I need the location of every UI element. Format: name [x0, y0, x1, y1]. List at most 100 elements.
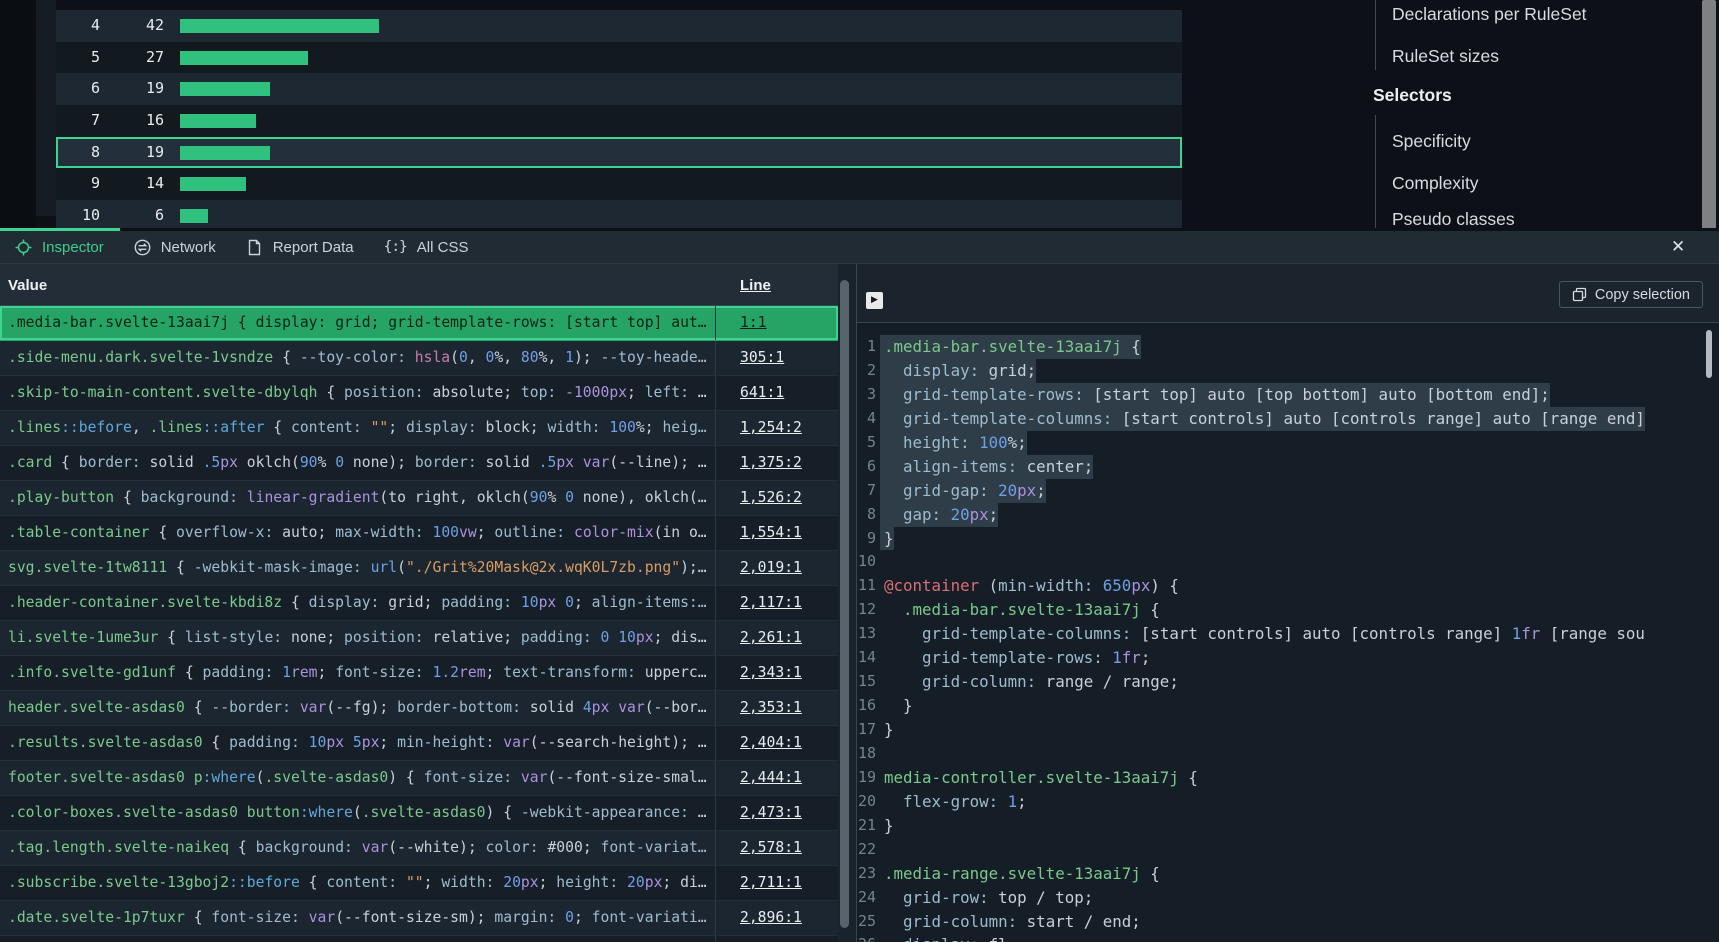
ruleset-row[interactable]: .card { border: solid .5px oklch(90% 0 n…: [0, 446, 838, 481]
nav-item-ruleset-sizes[interactable]: RuleSet sizes: [1392, 46, 1499, 67]
line-link[interactable]: 2,473:1: [740, 804, 802, 821]
copy-selection-button[interactable]: Copy selection: [1559, 281, 1703, 308]
ruleset-row[interactable]: .table-container { overflow-x: auto; max…: [0, 516, 838, 551]
close-icon[interactable]: ✕: [1671, 237, 1685, 257]
page-scrollbar[interactable]: [1702, 0, 1716, 228]
table-scrollbar-thumb[interactable]: [840, 280, 849, 928]
code-token: #000;: [539, 839, 601, 856]
ruleset-row[interactable]: .results.svelte-asdas0 { padding: 10px 5…: [0, 726, 838, 761]
ruleset-line-cell: 2,353:1: [716, 691, 838, 725]
line-link[interactable]: 2,404:1: [740, 734, 802, 751]
ruleset-row[interactable]: li.svelte-1ume3ur { list-style: none; po…: [0, 621, 838, 656]
chart-row[interactable]: 527: [56, 42, 1182, 74]
tab-label: Inspector: [42, 239, 104, 256]
line-link[interactable]: 2,896:1: [740, 909, 802, 926]
chart-row[interactable]: 442: [56, 10, 1182, 42]
editor-line: 2 display: grid;: [857, 359, 1719, 383]
code-token: var: [583, 454, 610, 471]
ruleset-row[interactable]: .info.svelte-gd1unf { padding: 1rem; fon…: [0, 656, 838, 691]
inspector-table: Value Line .media-bar.svelte-13aai7j { d…: [0, 264, 838, 942]
chart-row[interactable]: 106: [56, 200, 1182, 228]
editor-line: 1.media-bar.svelte-13aai7j {: [857, 335, 1719, 359]
code-token: border:: [415, 454, 477, 471]
nav-item-pseudo-classes[interactable]: Pseudo classes: [1392, 209, 1515, 228]
code-token: 10: [309, 734, 327, 751]
line-link[interactable]: 1:1: [740, 314, 767, 331]
ruleset-row[interactable]: header.svelte-asdas0 { --border: var(--f…: [0, 691, 838, 726]
editor-scrollbar[interactable]: [1706, 330, 1712, 378]
editor-code[interactable]: 1.media-bar.svelte-13aai7j {2 display: g…: [857, 323, 1719, 942]
nav-group-border: [1375, 115, 1376, 228]
code-token: (: [353, 804, 362, 821]
editor-line: 10: [857, 550, 1719, 574]
line-link[interactable]: 2,343:1: [740, 664, 802, 681]
code-token: [start controls] auto [controls range]: [1131, 624, 1511, 643]
code-token: overflow-x:: [176, 524, 273, 541]
line-link[interactable]: 2,117:1: [740, 594, 802, 611]
line-link[interactable]: 2,353:1: [740, 699, 802, 716]
nav-item-complexity[interactable]: Complexity: [1392, 173, 1479, 194]
chart-bar: [180, 19, 379, 33]
line-link[interactable]: 2,019:1: [740, 559, 802, 576]
editor-line-number: 9: [857, 527, 876, 551]
code-token: upperc…: [636, 664, 707, 681]
ruleset-value-cell: .info.svelte-gd1unf { padding: 1rem; fon…: [0, 656, 716, 690]
editor-line: 22: [857, 838, 1719, 862]
ruleset-row[interactable]: svg.svelte-1tw8111 { -webkit-mask-image:…: [0, 551, 838, 586]
code-token: border-bottom:: [397, 699, 521, 716]
tab-all-css[interactable]: {:} All CSS: [384, 239, 469, 256]
ruleset-row[interactable]: .play-list-button.svelte-17d4eqz { displ…: [0, 936, 838, 942]
ruleset-row[interactable]: .color-boxes.svelte-asdas0 button:where(…: [0, 796, 838, 831]
code-token: rem: [291, 664, 318, 681]
code-token: align-items:…: [592, 594, 707, 611]
ruleset-row[interactable]: .skip-to-main-content.svelte-dbylqh { po…: [0, 376, 838, 411]
line-link[interactable]: 1,526:2: [740, 489, 802, 506]
code-token: px: [220, 454, 238, 471]
ruleset-row[interactable]: .lines::before, .lines::after { content:…: [0, 411, 838, 446]
ruleset-row[interactable]: .date.svelte-1p7tuxr { font-size: var(--…: [0, 901, 838, 936]
editor-toolbar: ▶ Copy selection: [857, 264, 1719, 323]
editor-line-content: grid-template-columns: [start controls] …: [884, 622, 1645, 646]
code-token: solid: [477, 454, 539, 471]
code-token: grid;: [326, 314, 388, 331]
ruleset-row[interactable]: .tag.length.svelte-naikeq { background: …: [0, 831, 838, 866]
ruleset-line-cell: 1,254:2: [716, 411, 838, 445]
editor-line-content: }: [884, 527, 894, 551]
code-token: {: [114, 489, 141, 506]
tab-report-data[interactable]: Report Data: [246, 239, 354, 256]
nav-item-specificity[interactable]: Specificity: [1392, 131, 1471, 152]
tab-network[interactable]: Network: [134, 239, 216, 256]
code-token: grid-template-columns:: [884, 409, 1112, 428]
line-link[interactable]: 2,444:1: [740, 769, 802, 786]
editor-line: 18: [857, 742, 1719, 766]
line-link[interactable]: 2,711:1: [740, 874, 802, 891]
ruleset-row[interactable]: footer.svelte-asdas0 p:where(.svelte-asd…: [0, 761, 838, 796]
code-token: .lines: [150, 419, 203, 436]
chart-row[interactable]: 914: [56, 168, 1182, 200]
ruleset-row[interactable]: .play-button { background: linear-gradie…: [0, 481, 838, 516]
editor-line: 25 grid-column: start / end;: [857, 910, 1719, 934]
line-link[interactable]: 1,375:2: [740, 454, 802, 471]
ruleset-row[interactable]: .subscribe.svelte-13gboj2::before { cont…: [0, 866, 838, 901]
editor-line-number: 12: [857, 598, 876, 622]
column-header-line[interactable]: Line: [740, 277, 771, 294]
code-token: "": [406, 874, 424, 891]
tab-inspector[interactable]: Inspector: [15, 239, 104, 256]
code-token: width:: [441, 874, 494, 891]
line-link[interactable]: 1,254:2: [740, 419, 802, 436]
nav-item-declarations-per-ruleset[interactable]: Declarations per RuleSet: [1392, 4, 1587, 25]
line-link[interactable]: 2,578:1: [740, 839, 802, 856]
panel-toggle-icon[interactable]: ▶: [866, 292, 883, 309]
ruleset-row[interactable]: .media-bar.svelte-13aai7j { display: gri…: [0, 306, 838, 341]
chart-row[interactable]: 819: [56, 137, 1182, 169]
ruleset-row[interactable]: .side-menu.dark.svelte-1vsndze { --toy-c…: [0, 341, 838, 376]
ruleset-row[interactable]: .header-container.svelte-kbdi8z { displa…: [0, 586, 838, 621]
line-link[interactable]: 2,261:1: [740, 629, 802, 646]
table-scrollbar[interactable]: [838, 264, 856, 942]
line-link[interactable]: 305:1: [740, 349, 784, 366]
chart-row[interactable]: 619: [56, 73, 1182, 105]
line-link[interactable]: 1,554:1: [740, 524, 802, 541]
chart-row[interactable]: 716: [56, 105, 1182, 137]
line-link[interactable]: 641:1: [740, 384, 784, 401]
code-token: margin:: [494, 909, 556, 926]
